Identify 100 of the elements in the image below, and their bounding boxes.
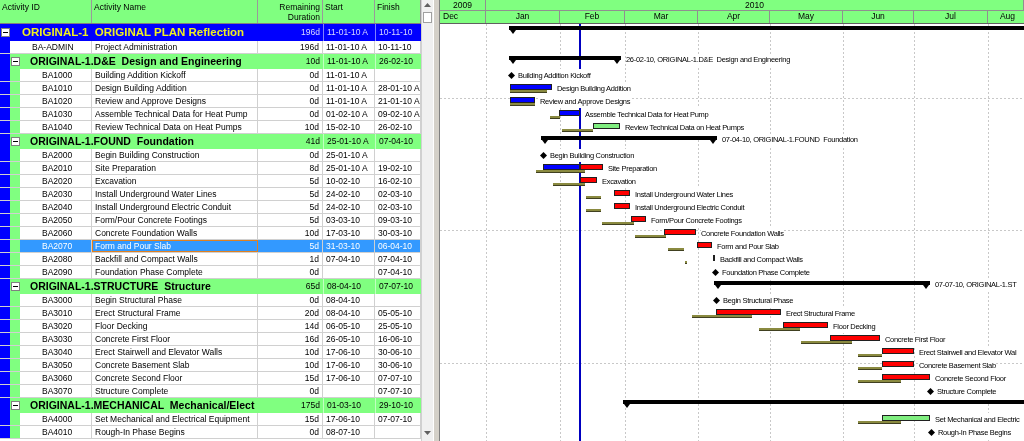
- table-cell: 07-07-10: [375, 385, 421, 397]
- table-cell: 25-01-10 A: [323, 162, 375, 174]
- table-row[interactable]: BA1020 Review and Approve Designs 0d 11-01-10 A 21-01-10 A: [0, 95, 421, 108]
- table-row[interactable]: ORIGINAL-1.FOUND Foundation 41d 25-01-10 A 07-04-10: [0, 134, 421, 149]
- collapse-icon[interactable]: [10, 137, 20, 146]
- month-label: Jun: [843, 11, 914, 23]
- wbs-level-band: [10, 346, 20, 358]
- actual-bar: [510, 97, 535, 103]
- table-cell: Backfill and Compact Walls: [92, 253, 258, 265]
- actual-bar: [543, 164, 580, 170]
- table-row[interactable]: BA2090 Foundation Phase Complete 0d 07-04-10: [0, 266, 421, 279]
- table-row[interactable]: BA4000 Set Mechanical and Electrical Equipment 15d 17-06-10 07-07-10: [0, 413, 421, 426]
- table-cell: 09-02-10 A: [375, 108, 421, 120]
- milestone-icon: [540, 152, 547, 159]
- table-cell: 07-04-10: [375, 266, 421, 278]
- table-cell: 19-02-10: [375, 162, 421, 174]
- table-cell: Begin Building Construction: [92, 149, 258, 161]
- table-row[interactable]: BA3040 Erect Stairwell and Elevator Walls 10d 17-06-10 30-06-10: [0, 346, 421, 359]
- wbs-level-band: [10, 240, 20, 252]
- table-cell: 02-03-10: [375, 201, 421, 213]
- wbs-level-band: [0, 372, 10, 384]
- table-row[interactable]: BA3000 Begin Structural Phase 0d 08-04-10: [0, 294, 421, 307]
- month-label: Apr: [698, 11, 770, 23]
- wbs-level-band: [0, 69, 10, 81]
- table-row[interactable]: BA2050 Form/Pour Concrete Footings 5d 03-03-10 09-03-10: [0, 214, 421, 227]
- table-cell: Install Underground Water Lines: [92, 188, 258, 200]
- baseline-bar: [858, 367, 882, 370]
- table-cell: Structure Complete: [92, 385, 258, 397]
- table-row[interactable]: BA3050 Concrete Basement Slab 10d 17-06-10 30-06-10: [0, 359, 421, 372]
- year-label: 2009: [440, 0, 486, 10]
- collapse-icon[interactable]: [10, 57, 20, 66]
- wbs-level-band: [0, 214, 10, 226]
- wbs-level-band: [10, 188, 20, 200]
- table-row[interactable]: BA2080 Backfill and Compact Walls 1d 07-04-10 07-04-10: [0, 253, 421, 266]
- table-cell: Assemble Technical Data for Heat Pump: [92, 108, 258, 120]
- table-cell: Install Underground Electric Conduit: [92, 201, 258, 213]
- wbs-level-band: [10, 95, 20, 107]
- table-row[interactable]: BA3020 Floor Decking 14d 06-05-10 25-05-10: [0, 320, 421, 333]
- table-row[interactable]: BA2030 Install Underground Water Lines 5d 24-02-10 02-03-10: [0, 188, 421, 201]
- table-row[interactable]: BA1040 Review Technical Data on Heat Pumps 10d 15-02-10 26-02-10: [0, 121, 421, 134]
- wbs-level-band: [0, 188, 10, 200]
- baseline-bar: [635, 235, 666, 238]
- baseline-bar: [510, 90, 547, 93]
- scroll-up-icon[interactable]: [424, 3, 431, 7]
- table-cell: 16-02-10: [375, 175, 421, 187]
- table-cell: 01-02-10 A: [323, 108, 375, 120]
- table-cell: 08-04-10: [323, 294, 375, 306]
- wbs-level-band: [10, 69, 20, 81]
- table-row[interactable]: BA3010 Erect Structural Frame 20d 08-04-10 05-05-10: [0, 307, 421, 320]
- wbs-title: ORIGINAL-1.STRUCTURE Structure: [29, 279, 212, 294]
- table-row[interactable]: BA2010 Site Preparation 8d 25-01-10 A 19-02-10: [0, 162, 421, 175]
- table-row[interactable]: ORIGINAL-1.STRUCTURE Structure 65d 08-04-10 07-07-10: [0, 279, 421, 294]
- wbs-level-band: [0, 426, 10, 438]
- table-cell: 06-04-10: [375, 240, 421, 252]
- wbs-level-band: [0, 307, 10, 319]
- column-header[interactable]: Activity Name: [92, 0, 258, 23]
- table-cell: 26-05-10: [323, 333, 375, 345]
- table-row[interactable]: BA1030 Assemble Technical Data for Heat Pump 0d 01-02-10 A 09-02-10 A: [0, 108, 421, 121]
- baseline-bar: [510, 103, 535, 106]
- table-row[interactable]: BA1010 Design Building Addition 0d 11-01-10 A 28-01-10 A: [0, 82, 421, 95]
- collapse-icon[interactable]: [10, 401, 20, 410]
- wbs-level-band: [10, 253, 20, 265]
- month-label: Feb: [560, 11, 625, 23]
- table-cell: 11-01-10 A: [323, 95, 375, 107]
- table-row[interactable]: ORIGINAL-1 ORIGINAL PLAN Reflection 196d 11-01-10 A 10-11-10: [0, 24, 421, 41]
- baseline-bar: [536, 170, 585, 173]
- wbs-level-band: [0, 320, 10, 332]
- table-cell: 11-01-10 A: [323, 41, 375, 53]
- column-header[interactable]: Start: [323, 0, 375, 23]
- wbs-level-band: [0, 201, 10, 213]
- table-row[interactable]: BA2060 Concrete Foundation Walls 10d 17-03-10 30-03-10: [0, 227, 421, 240]
- table-row[interactable]: BA3070 Structure Complete 0d 07-07-10: [0, 385, 421, 398]
- wbs-level-band: [0, 253, 10, 265]
- scroll-down-icon[interactable]: [424, 431, 431, 435]
- table-cell: Project Administration: [92, 41, 258, 53]
- wbs-level-band: [10, 294, 20, 306]
- table-row[interactable]: BA1000 Building Addition Kickoff 0d 11-01-10 A: [0, 69, 421, 82]
- wbs-level-band: [10, 333, 20, 345]
- table-row[interactable]: ORIGINAL-1.MECHANICAL Mechanical/Elect 175d 01-03-10 29-10-10: [0, 398, 421, 413]
- column-header[interactable]: Remaining Duration: [258, 0, 323, 23]
- table-row[interactable]: ORIGINAL-1.D&E Design and Engineering 10d 11-01-10 A 26-02-10: [0, 54, 421, 69]
- table-cell: 15-02-10: [323, 121, 375, 133]
- table-row[interactable]: BA4010 Rough-In Phase Begins 0d 08-07-10: [0, 426, 421, 439]
- wbs-level-band: [0, 149, 10, 161]
- scroll-thumb[interactable]: [423, 12, 432, 23]
- wbs-level-band: [0, 279, 10, 294]
- column-header[interactable]: Activity ID: [0, 0, 92, 23]
- table-row[interactable]: BA3060 Concrete Second Floor 15d 17-06-10 07-07-10: [0, 372, 421, 385]
- table-row[interactable]: BA2020 Excavation 5d 10-02-10 16-02-10: [0, 175, 421, 188]
- table-row[interactable]: BA2000 Begin Building Construction 0d 25-01-10 A: [0, 149, 421, 162]
- wbs-level-band: [0, 385, 10, 397]
- wbs-title: ORIGINAL-1.D&E Design and Engineering: [29, 54, 243, 69]
- table-row[interactable]: BA2040 Install Underground Electric Conduit 5d 24-02-10 02-03-10: [0, 201, 421, 214]
- wbs-title: ORIGINAL-1.FOUND Foundation: [29, 134, 195, 149]
- collapse-icon[interactable]: [0, 28, 10, 37]
- table-row[interactable]: BA-ADMIN Project Administration 196d 11-01-10 A 10-11-10: [0, 41, 421, 54]
- wbs-title: ORIGINAL-1 ORIGINAL PLAN Reflection: [21, 25, 246, 40]
- month-label: Jan: [486, 11, 560, 23]
- table-row[interactable]: BA3030 Concrete First Floor 16d 26-05-10 16-06-10: [0, 333, 421, 346]
- collapse-icon[interactable]: [10, 282, 20, 291]
